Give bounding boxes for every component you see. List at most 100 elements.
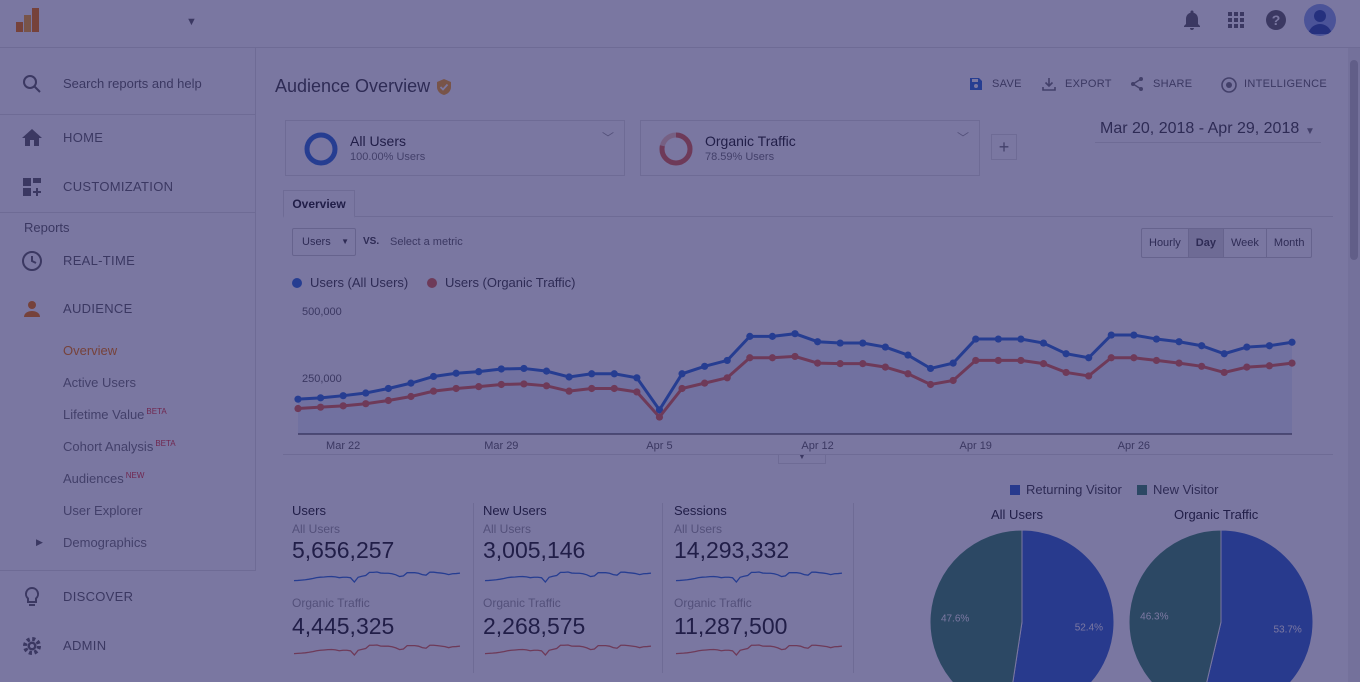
data-point[interactable] [1130,331,1138,339]
expand-triangle-icon[interactable]: ▶ [36,537,43,548]
data-point[interactable] [723,356,731,365]
data-point[interactable] [1107,354,1115,362]
data-point[interactable] [588,370,596,378]
granularity-week-button[interactable]: Week [1224,229,1267,257]
data-point[interactable] [994,356,1002,365]
data-point[interactable] [926,380,935,389]
data-point[interactable] [1107,331,1115,339]
data-point[interactable] [633,374,641,382]
data-point[interactable] [1017,335,1025,343]
data-point[interactable] [1198,362,1206,370]
segment-card-all-users[interactable]: All Users 100.00% Users ﹀ [285,120,625,176]
data-point[interactable] [407,379,415,387]
pie-legend-returning[interactable]: Returning Visitor [1010,482,1122,497]
sidebar-item-admin[interactable]: ADMIN [0,622,256,670]
save-button[interactable]: SAVE [970,78,1022,90]
vertical-scrollbar[interactable] [1348,48,1360,682]
data-point[interactable] [791,330,799,338]
data-point[interactable] [1220,368,1228,377]
data-point[interactable] [1152,335,1161,343]
data-point[interactable] [926,364,935,373]
data-point[interactable] [836,339,844,347]
data-point[interactable] [701,362,709,370]
data-point[interactable] [859,360,867,368]
export-button[interactable]: EXPORT [1042,78,1112,91]
chevron-down-icon[interactable]: ﹀ [602,129,614,146]
data-point[interactable] [859,339,867,347]
account-avatar[interactable] [1304,4,1336,36]
scorecard-sessions[interactable]: Sessions All Users 14,293,332 Organic Tr… [674,503,849,657]
data-point[interactable] [1243,363,1251,371]
data-point[interactable] [542,382,551,390]
data-point[interactable] [497,380,505,389]
chevron-down-icon[interactable]: ﹀ [957,129,969,146]
data-point[interactable] [407,392,415,401]
data-point[interactable] [294,404,302,413]
data-point[interactable] [452,384,460,393]
data-point[interactable] [1265,362,1274,370]
sidebar-item-customization[interactable]: CUSTOMIZATION [0,163,256,211]
data-point[interactable] [316,403,325,411]
data-point[interactable] [429,372,438,381]
data-point[interactable] [972,356,980,365]
share-button[interactable]: SHARE [1131,77,1192,91]
tab-overview[interactable]: Overview [283,190,355,218]
sidebar-item-home[interactable]: HOME [0,114,256,162]
data-point[interactable] [678,384,686,393]
scrollbar-thumb[interactable] [1350,60,1358,260]
sidebar-item-discover[interactable]: DISCOVER [0,573,256,621]
data-point[interactable] [1062,350,1070,358]
data-point[interactable] [610,370,618,378]
data-point[interactable] [339,392,347,400]
analytics-logo-icon[interactable] [14,6,42,34]
pie-slice[interactable] [929,529,1023,682]
scorecard-new-users[interactable]: New Users All Users 3,005,146 Organic Tr… [483,503,658,657]
data-point[interactable] [881,343,889,351]
pie-slice[interactable] [1008,529,1115,682]
data-point[interactable] [791,352,799,361]
data-point[interactable] [429,387,438,395]
data-point[interactable] [588,384,596,393]
sidebar-search[interactable]: Search reports and help [0,60,256,108]
data-point[interactable] [723,374,731,382]
sidebar-item-realtime[interactable]: REAL-TIME [0,237,256,285]
sidebar-subitem-audiences[interactable]: Audiences NEW [63,471,144,486]
granularity-month-button[interactable]: Month [1267,229,1312,257]
data-point[interactable] [1265,342,1274,350]
data-point[interactable] [994,335,1002,343]
data-point[interactable] [1288,338,1296,346]
data-point[interactable] [1062,368,1070,377]
search-input[interactable]: Search reports and help [63,76,202,91]
segment-card-organic-traffic[interactable]: Organic Traffic 78.59% Users ﹀ [640,120,980,176]
collapse-chart-toggle[interactable]: ▼ [778,454,826,464]
help-icon[interactable]: ? [1264,8,1288,32]
data-point[interactable] [1220,350,1228,358]
data-point[interactable] [475,383,483,391]
data-point[interactable] [633,388,641,396]
data-point[interactable] [1243,343,1251,351]
data-point[interactable] [768,354,777,362]
data-point[interactable] [1039,339,1048,347]
data-point[interactable] [768,332,777,340]
sidebar-subitem-demographics[interactable]: Demographics [63,535,147,550]
data-point[interactable] [972,335,980,343]
data-point[interactable] [520,364,528,373]
data-point[interactable] [475,368,483,376]
compare-metric-select[interactable]: Select a metric [390,236,463,248]
data-point[interactable] [294,395,302,403]
data-point[interactable] [565,373,573,381]
sidebar-item-audience[interactable]: AUDIENCE [0,285,256,333]
chevron-down-icon[interactable]: ▼ [1305,126,1315,137]
data-point[interactable] [949,376,957,385]
granularity-day-button[interactable]: Day [1188,229,1224,257]
sidebar-subitem-lifetime-value[interactable]: Lifetime Value BETA [63,407,167,422]
pie-slice[interactable] [1128,529,1222,682]
data-point[interactable] [813,359,822,367]
data-point[interactable] [339,402,347,410]
data-point[interactable] [678,370,686,378]
data-point[interactable] [1039,360,1048,368]
apps-grid-icon[interactable] [1224,8,1248,32]
data-point[interactable] [1198,342,1206,350]
data-point[interactable] [655,413,664,421]
data-point[interactable] [1017,356,1025,365]
